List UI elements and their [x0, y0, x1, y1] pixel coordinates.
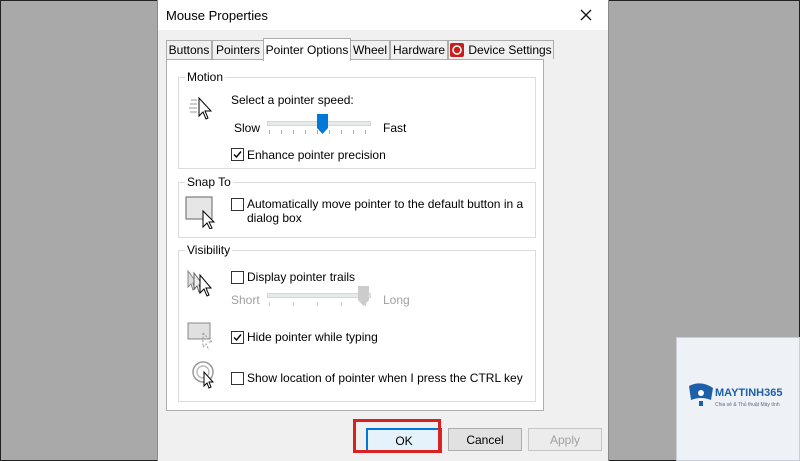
tab-device-settings[interactable]: Device Settings	[448, 40, 554, 59]
speed-tick	[341, 130, 342, 134]
trail-tick	[269, 302, 270, 306]
snap-to-group: Snap To Automatically move pointer to th…	[178, 175, 536, 238]
close-button[interactable]	[564, 0, 608, 30]
tab-buttons[interactable]: Buttons	[166, 40, 212, 59]
apply-button[interactable]: Apply	[528, 428, 602, 451]
visibility-group: Visibility Display pointer trails Short …	[178, 243, 536, 402]
trail-length-thumb[interactable]	[358, 286, 369, 306]
fast-label: Fast	[383, 121, 407, 135]
hide-pointer-icon	[187, 322, 214, 351]
trail-tick	[317, 302, 318, 306]
pointer-speed-slider[interactable]	[267, 114, 371, 138]
tab-pointer-options[interactable]: Pointer Options	[263, 38, 351, 61]
ctrl-locate-icon	[192, 361, 215, 389]
speed-tick	[293, 130, 294, 134]
title-bar: Mouse Properties	[158, 0, 608, 30]
trail-length-slider[interactable]	[267, 286, 371, 310]
tab-wheel[interactable]: Wheel	[350, 40, 390, 59]
trail-tick	[293, 302, 294, 306]
snap-to-group-label: Snap To	[185, 175, 233, 189]
pointer-speed-thumb[interactable]	[317, 114, 328, 134]
speed-tick	[305, 130, 306, 134]
pointer-trails-label: Display pointer trails	[247, 270, 356, 284]
checkmark-icon	[233, 334, 242, 342]
mouse-properties-dialog: Mouse Properties Buttons Pointers Pointe…	[157, 0, 609, 461]
trail-tick	[341, 302, 342, 306]
pointer-trails-icon	[187, 269, 213, 297]
slow-label: Slow	[234, 121, 261, 135]
motion-group-label: Motion	[185, 70, 226, 84]
monitor-logo-icon	[689, 383, 713, 406]
tab-hardware[interactable]: Hardware	[390, 40, 448, 59]
trail-length-track	[267, 293, 371, 298]
snap-to-checkbox[interactable]	[231, 198, 244, 211]
pointer-options-panel: Motion Select a pointer speed: Slow Fast	[166, 59, 544, 411]
speed-tick	[353, 130, 354, 134]
speed-tick	[329, 130, 330, 134]
speed-tick	[281, 130, 282, 134]
ok-button-highlight-box	[353, 419, 441, 453]
watermark-tagline: Chia sẻ & Thủ thuật Máy tính	[715, 402, 780, 408]
visibility-group-label: Visibility	[185, 243, 233, 257]
long-label: Long	[383, 293, 410, 307]
pointer-speed-icon	[189, 96, 213, 120]
checkmark-icon	[233, 151, 242, 159]
hide-pointer-label: Hide pointer while typing	[247, 330, 378, 344]
watermark-logo: MAYTINH365 Chia sẻ & Thủ thuật Máy tính	[676, 337, 800, 461]
enhance-precision-label: Enhance pointer precision	[247, 148, 386, 162]
snap-to-label-line1: Automatically move pointer to the defaul…	[247, 197, 524, 211]
watermark-brand: MAYTINH365	[715, 387, 783, 399]
enhance-precision-checkbox[interactable]	[231, 148, 244, 161]
snap-to-icon	[185, 196, 216, 229]
ctrl-locate-label: Show location of pointer when I press th…	[247, 371, 523, 385]
pointer-speed-label: Select a pointer speed:	[231, 93, 354, 107]
speed-tick	[365, 130, 366, 134]
cancel-button[interactable]: Cancel	[448, 428, 522, 451]
speed-tick	[269, 130, 270, 134]
short-label: Short	[231, 293, 260, 307]
ctrl-locate-checkbox[interactable]	[231, 372, 244, 385]
tab-strip: Buttons Pointers Pointer Options Wheel H…	[166, 38, 602, 61]
snap-to-label-line2: dialog box	[247, 211, 302, 225]
device-settings-icon	[450, 43, 465, 57]
dialog-title: Mouse Properties	[166, 8, 268, 23]
motion-group: Motion Select a pointer speed: Slow Fast	[178, 70, 536, 169]
close-icon	[580, 9, 592, 21]
pointer-trails-checkbox[interactable]	[231, 271, 244, 284]
hide-pointer-checkbox[interactable]	[231, 331, 244, 344]
tab-pointers[interactable]: Pointers	[212, 40, 264, 59]
